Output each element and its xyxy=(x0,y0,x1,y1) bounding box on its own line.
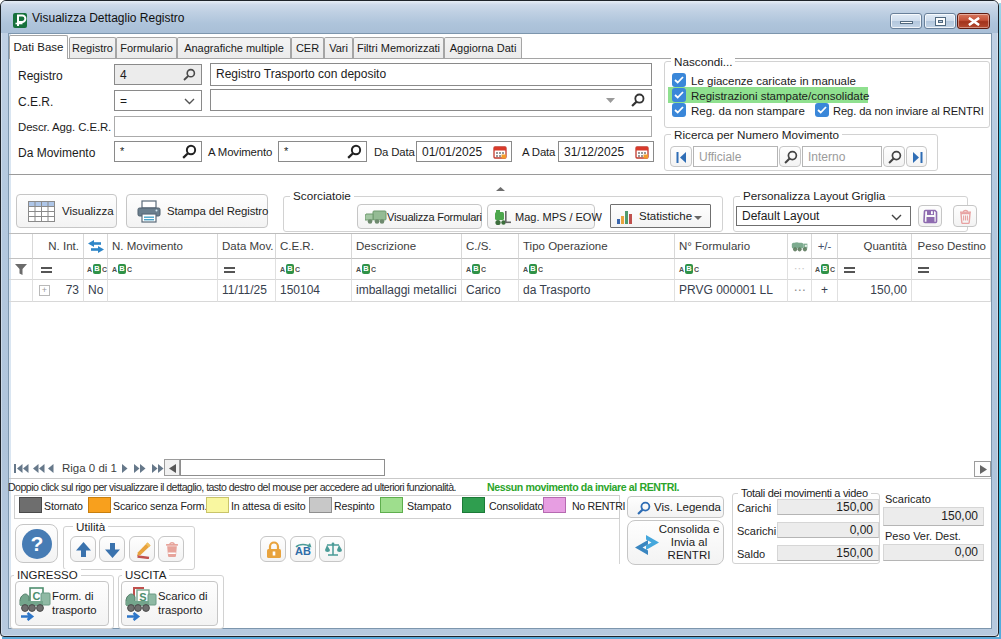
svg-text:C: C xyxy=(33,590,41,602)
